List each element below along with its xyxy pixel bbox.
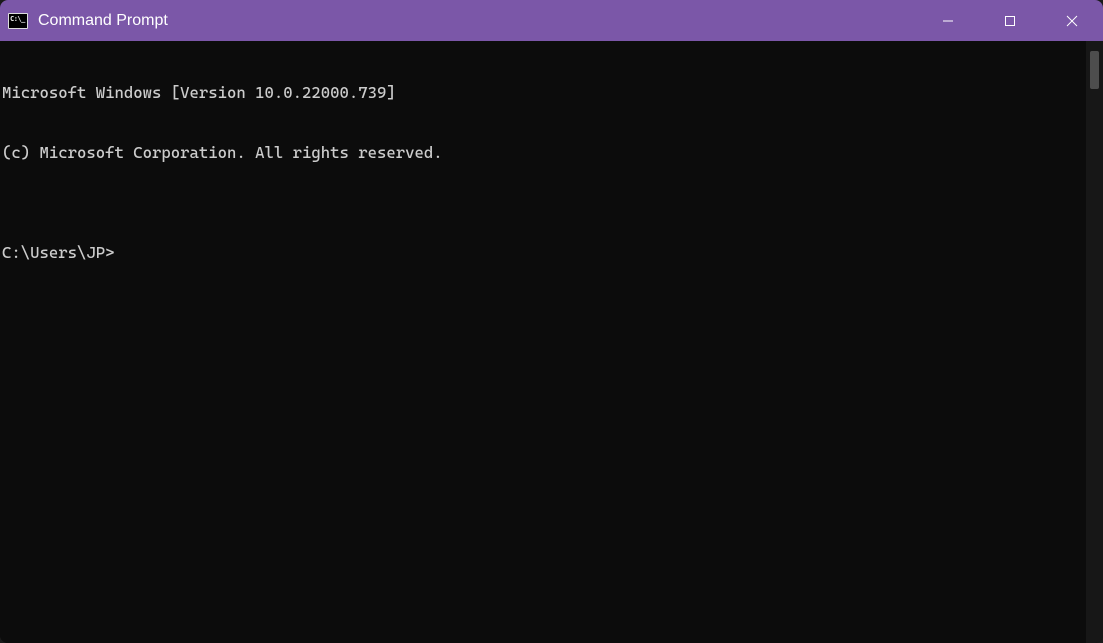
terminal-prompt-line: C:\Users\JP>: [2, 243, 1086, 263]
scrollbar-track[interactable]: [1086, 41, 1103, 643]
terminal-area: Microsoft Windows [Version 10.0.22000.73…: [0, 41, 1103, 643]
maximize-icon: [1004, 15, 1016, 27]
minimize-icon: [942, 15, 954, 27]
terminal-line: (c) Microsoft Corporation. All rights re…: [2, 143, 1086, 163]
maximize-button[interactable]: [979, 0, 1041, 41]
window-controls: [917, 0, 1103, 41]
command-prompt-window: Command Prompt Microsoft Windows: [0, 0, 1103, 643]
terminal-line: Microsoft Windows [Version 10.0.22000.73…: [2, 83, 1086, 103]
terminal-output[interactable]: Microsoft Windows [Version 10.0.22000.73…: [0, 41, 1086, 643]
minimize-button[interactable]: [917, 0, 979, 41]
close-button[interactable]: [1041, 0, 1103, 41]
close-icon: [1066, 15, 1078, 27]
window-title: Command Prompt: [38, 12, 917, 30]
titlebar[interactable]: Command Prompt: [0, 0, 1103, 41]
command-prompt-icon: [8, 13, 28, 29]
scrollbar-thumb[interactable]: [1090, 51, 1099, 89]
